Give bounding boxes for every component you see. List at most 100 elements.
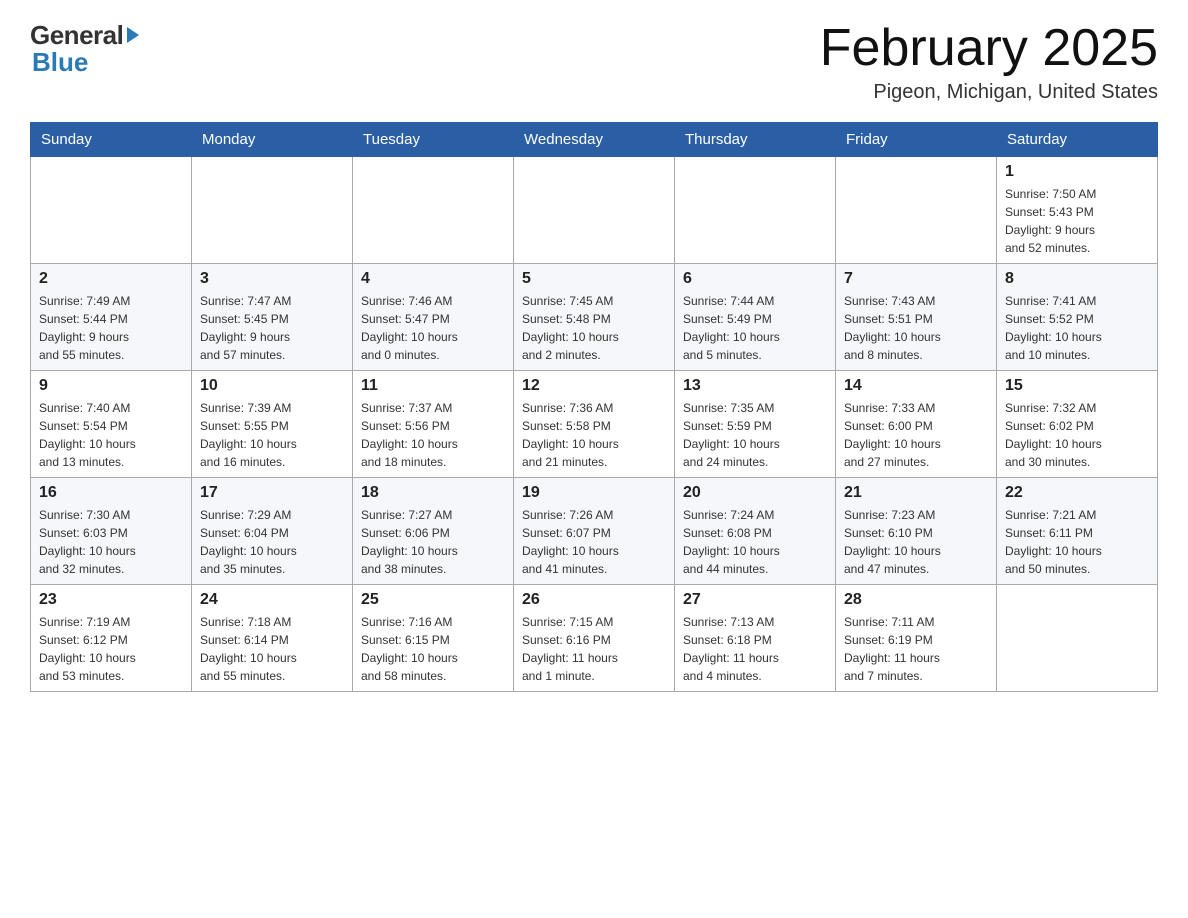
day-info: Sunrise: 7:21 AM Sunset: 6:11 PM Dayligh… <box>1005 506 1149 578</box>
calendar-header-row: SundayMondayTuesdayWednesdayThursdayFrid… <box>31 123 1158 157</box>
day-info: Sunrise: 7:30 AM Sunset: 6:03 PM Dayligh… <box>39 506 183 578</box>
calendar-header-monday: Monday <box>192 123 353 157</box>
day-number: 11 <box>361 377 505 395</box>
day-info: Sunrise: 7:15 AM Sunset: 6:16 PM Dayligh… <box>522 613 666 685</box>
calendar-day-cell: 10 Sunrise: 7:39 AM Sunset: 5:55 PM Dayli… <box>192 371 353 478</box>
day-number: 19 <box>522 484 666 502</box>
calendar-header-tuesday: Tuesday <box>353 123 514 157</box>
calendar-day-cell: 27 Sunrise: 7:13 AM Sunset: 6:18 PM Dayli… <box>675 585 836 692</box>
calendar-day-cell <box>31 157 192 264</box>
calendar-day-cell: 23 Sunrise: 7:19 AM Sunset: 6:12 PM Dayli… <box>31 585 192 692</box>
calendar-day-cell: 16 Sunrise: 7:30 AM Sunset: 6:03 PM Dayli… <box>31 478 192 585</box>
location-text: Pigeon, Michigan, United States <box>820 81 1158 104</box>
day-info: Sunrise: 7:46 AM Sunset: 5:47 PM Dayligh… <box>361 292 505 364</box>
day-info: Sunrise: 7:16 AM Sunset: 6:15 PM Dayligh… <box>361 613 505 685</box>
day-number: 16 <box>39 484 183 502</box>
day-info: Sunrise: 7:11 AM Sunset: 6:19 PM Dayligh… <box>844 613 988 685</box>
calendar-header-thursday: Thursday <box>675 123 836 157</box>
day-number: 27 <box>683 591 827 609</box>
day-number: 15 <box>1005 377 1149 395</box>
day-info: Sunrise: 7:27 AM Sunset: 6:06 PM Dayligh… <box>361 506 505 578</box>
day-info: Sunrise: 7:36 AM Sunset: 5:58 PM Dayligh… <box>522 399 666 471</box>
day-number: 2 <box>39 270 183 288</box>
calendar-day-cell: 7 Sunrise: 7:43 AM Sunset: 5:51 PM Daylig… <box>836 264 997 371</box>
title-area: February 2025 Pigeon, Michigan, United S… <box>820 20 1158 104</box>
day-number: 22 <box>1005 484 1149 502</box>
calendar-day-cell: 8 Sunrise: 7:41 AM Sunset: 5:52 PM Daylig… <box>997 264 1158 371</box>
day-number: 13 <box>683 377 827 395</box>
calendar-header-sunday: Sunday <box>31 123 192 157</box>
calendar-day-cell: 17Sunrise: 7:29 AM Sunset: 6:04 PM Dayli… <box>192 478 353 585</box>
day-number: 9 <box>39 377 183 395</box>
day-info: Sunrise: 7:49 AM Sunset: 5:44 PM Dayligh… <box>39 292 183 364</box>
day-info: Sunrise: 7:32 AM Sunset: 6:02 PM Dayligh… <box>1005 399 1149 471</box>
day-number: 26 <box>522 591 666 609</box>
day-info: Sunrise: 7:44 AM Sunset: 5:49 PM Dayligh… <box>683 292 827 364</box>
day-number: 23 <box>39 591 183 609</box>
calendar-week-row: 23 Sunrise: 7:19 AM Sunset: 6:12 PM Dayli… <box>31 585 1158 692</box>
day-number: 7 <box>844 270 988 288</box>
calendar-day-cell: 9 Sunrise: 7:40 AM Sunset: 5:54 PM Daylig… <box>31 371 192 478</box>
calendar-day-cell: 13 Sunrise: 7:35 AM Sunset: 5:59 PM Dayli… <box>675 371 836 478</box>
calendar-header-friday: Friday <box>836 123 997 157</box>
calendar-day-cell <box>836 157 997 264</box>
calendar-day-cell: 25 Sunrise: 7:16 AM Sunset: 6:15 PM Dayli… <box>353 585 514 692</box>
day-number: 25 <box>361 591 505 609</box>
calendar-day-cell: 15 Sunrise: 7:32 AM Sunset: 6:02 PM Dayli… <box>997 371 1158 478</box>
day-number: 1 <box>1005 163 1149 181</box>
month-title: February 2025 <box>820 20 1158 77</box>
calendar-day-cell: 3 Sunrise: 7:47 AM Sunset: 5:45 PM Daylig… <box>192 264 353 371</box>
calendar-day-cell: 28 Sunrise: 7:11 AM Sunset: 6:19 PM Dayli… <box>836 585 997 692</box>
day-number: 18 <box>361 484 505 502</box>
day-info: Sunrise: 7:13 AM Sunset: 6:18 PM Dayligh… <box>683 613 827 685</box>
calendar-week-row: 2 Sunrise: 7:49 AM Sunset: 5:44 PM Daylig… <box>31 264 1158 371</box>
calendar-week-row: 16 Sunrise: 7:30 AM Sunset: 6:03 PM Dayli… <box>31 478 1158 585</box>
calendar-day-cell: 26 Sunrise: 7:15 AM Sunset: 6:16 PM Dayli… <box>514 585 675 692</box>
day-info: Sunrise: 7:33 AM Sunset: 6:00 PM Dayligh… <box>844 399 988 471</box>
day-info: Sunrise: 7:43 AM Sunset: 5:51 PM Dayligh… <box>844 292 988 364</box>
calendar-day-cell <box>514 157 675 264</box>
calendar-day-cell: 11 Sunrise: 7:37 AM Sunset: 5:56 PM Dayli… <box>353 371 514 478</box>
day-number: 10 <box>200 377 344 395</box>
calendar-day-cell <box>675 157 836 264</box>
day-number: 14 <box>844 377 988 395</box>
day-info: Sunrise: 7:37 AM Sunset: 5:56 PM Dayligh… <box>361 399 505 471</box>
day-info: Sunrise: 7:19 AM Sunset: 6:12 PM Dayligh… <box>39 613 183 685</box>
calendar-day-cell: 6 Sunrise: 7:44 AM Sunset: 5:49 PM Daylig… <box>675 264 836 371</box>
day-info: Sunrise: 7:24 AM Sunset: 6:08 PM Dayligh… <box>683 506 827 578</box>
day-info: Sunrise: 7:26 AM Sunset: 6:07 PM Dayligh… <box>522 506 666 578</box>
day-number: 17 <box>200 484 344 502</box>
day-info: Sunrise: 7:40 AM Sunset: 5:54 PM Dayligh… <box>39 399 183 471</box>
calendar-day-cell: 18 Sunrise: 7:27 AM Sunset: 6:06 PM Dayli… <box>353 478 514 585</box>
day-info: Sunrise: 7:50 AM Sunset: 5:43 PM Dayligh… <box>1005 185 1149 257</box>
calendar-week-row: 1 Sunrise: 7:50 AM Sunset: 5:43 PM Daylig… <box>31 157 1158 264</box>
calendar-day-cell: 19 Sunrise: 7:26 AM Sunset: 6:07 PM Dayli… <box>514 478 675 585</box>
logo-blue-text: Blue <box>32 47 88 78</box>
day-info: Sunrise: 7:41 AM Sunset: 5:52 PM Dayligh… <box>1005 292 1149 364</box>
day-number: 21 <box>844 484 988 502</box>
page-header: General Blue February 2025 Pigeon, Michi… <box>30 20 1158 104</box>
day-number: 28 <box>844 591 988 609</box>
day-number: 8 <box>1005 270 1149 288</box>
calendar-day-cell <box>997 585 1158 692</box>
day-info: Sunrise: 7:39 AM Sunset: 5:55 PM Dayligh… <box>200 399 344 471</box>
calendar-day-cell: 1 Sunrise: 7:50 AM Sunset: 5:43 PM Daylig… <box>997 157 1158 264</box>
calendar-header-wednesday: Wednesday <box>514 123 675 157</box>
calendar-day-cell: 24Sunrise: 7:18 AM Sunset: 6:14 PM Dayli… <box>192 585 353 692</box>
calendar-week-row: 9 Sunrise: 7:40 AM Sunset: 5:54 PM Daylig… <box>31 371 1158 478</box>
day-number: 20 <box>683 484 827 502</box>
day-number: 5 <box>522 270 666 288</box>
calendar-day-cell <box>192 157 353 264</box>
calendar-day-cell: 12Sunrise: 7:36 AM Sunset: 5:58 PM Dayli… <box>514 371 675 478</box>
day-info: Sunrise: 7:47 AM Sunset: 5:45 PM Dayligh… <box>200 292 344 364</box>
day-number: 24 <box>200 591 344 609</box>
logo: General Blue <box>30 20 139 78</box>
day-number: 4 <box>361 270 505 288</box>
day-number: 3 <box>200 270 344 288</box>
day-info: Sunrise: 7:23 AM Sunset: 6:10 PM Dayligh… <box>844 506 988 578</box>
calendar-day-cell <box>353 157 514 264</box>
day-info: Sunrise: 7:35 AM Sunset: 5:59 PM Dayligh… <box>683 399 827 471</box>
day-number: 6 <box>683 270 827 288</box>
calendar-day-cell: 22 Sunrise: 7:21 AM Sunset: 6:11 PM Dayli… <box>997 478 1158 585</box>
calendar-day-cell: 5Sunrise: 7:45 AM Sunset: 5:48 PM Daylig… <box>514 264 675 371</box>
